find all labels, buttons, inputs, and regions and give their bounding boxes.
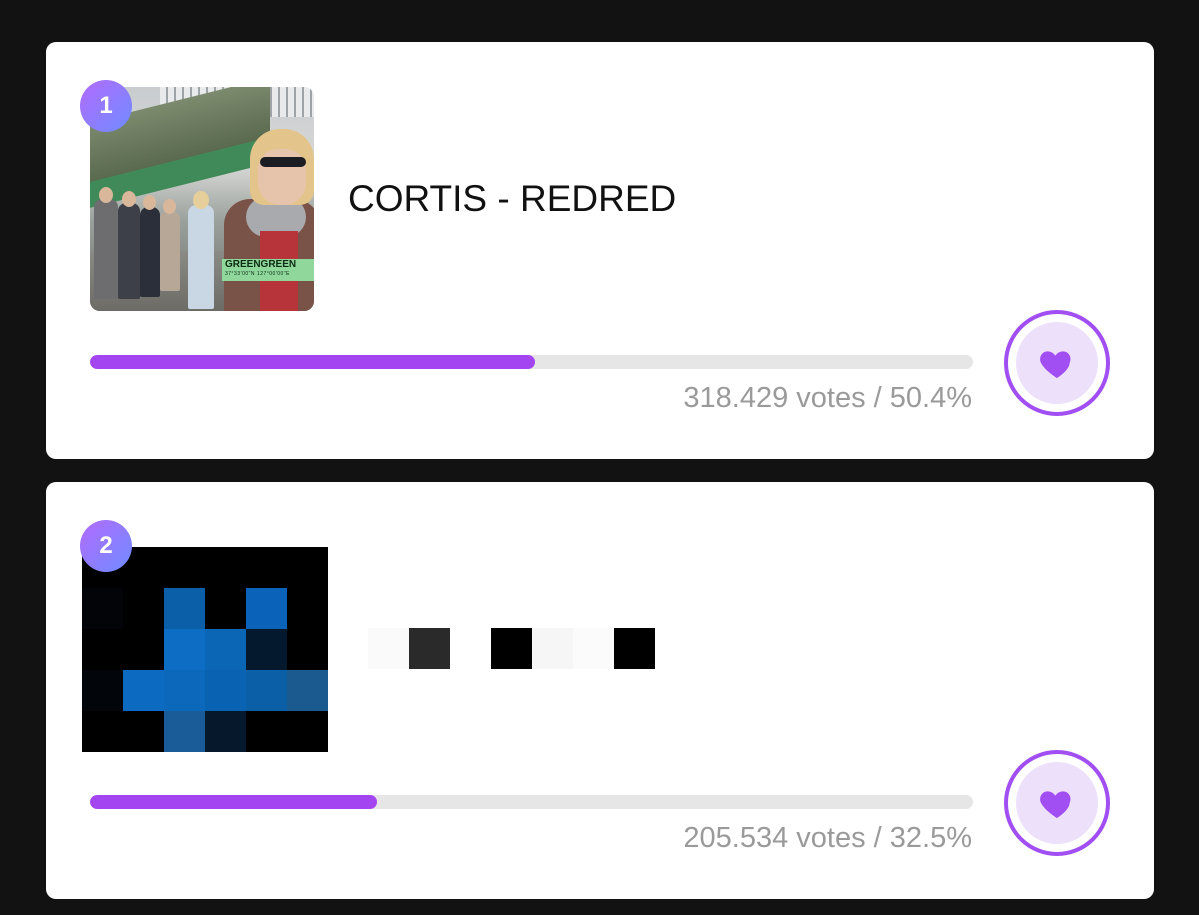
song-title-censored bbox=[368, 628, 655, 669]
rank-badge: 2 bbox=[80, 520, 132, 572]
vote-count: 205.534 votes / 32.5% bbox=[683, 822, 972, 854]
vote-progress-bar bbox=[90, 355, 973, 369]
vote-progress-fill bbox=[90, 795, 377, 809]
vote-count: 318.429 votes / 50.4% bbox=[683, 382, 972, 414]
song-title: CORTIS - REDRED bbox=[348, 178, 677, 219]
vote-progress-bar bbox=[90, 795, 973, 809]
rank-badge: 1 bbox=[80, 80, 132, 132]
vote-progress-fill bbox=[90, 355, 536, 369]
ranking-list: GREENGREEN 37°33'00"N 127°00'00"E 1 CORT… bbox=[0, 0, 1199, 915]
album-art-2-censored bbox=[82, 547, 328, 752]
ranking-card-1: GREENGREEN 37°33'00"N 127°00'00"E 1 CORT… bbox=[46, 42, 1154, 459]
heart-icon bbox=[1040, 791, 1071, 818]
vote-button[interactable] bbox=[1004, 310, 1110, 416]
vote-button[interactable] bbox=[1004, 750, 1110, 856]
heart-icon bbox=[1040, 351, 1071, 378]
album-art-label: GREENGREEN 37°33'00"N 127°00'00"E bbox=[222, 259, 314, 281]
ranking-card-2: 2 205.534 votes / 32.5% bbox=[46, 482, 1154, 899]
